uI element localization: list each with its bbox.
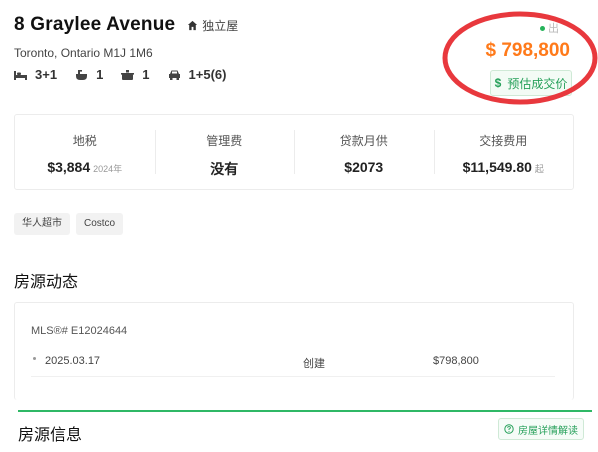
property-type-label: 独立屋 (202, 18, 239, 33)
home-icon (188, 20, 198, 30)
history-price: $798,800 (433, 355, 479, 367)
estimate-price-button[interactable]: $ 预估成交价 (490, 70, 572, 96)
cost-closing: 交接费用 $11,549.80 起 (433, 128, 574, 176)
listing-header: 8 Graylee Avenue 独立屋 (14, 14, 238, 36)
cost-label: 管理费 (206, 134, 243, 148)
cost-amount: $2073 (344, 159, 384, 175)
cost-value: 没有 (155, 159, 295, 179)
bathrooms-value: 1 (96, 67, 104, 82)
cost-value: $11,549.80 起 (434, 159, 574, 175)
cost-value: $2073 (294, 159, 434, 175)
cost-amount: $3,884 (47, 159, 91, 175)
spec-parking: 1+5(6) (168, 67, 227, 82)
history-date: 2025.03.17 (45, 355, 101, 367)
bedrooms-value: 3+1 (35, 67, 58, 82)
cost-value: $3,884 2024年 (15, 159, 155, 175)
cost-amount: 没有 (210, 161, 239, 177)
cost-label: 地税 (72, 134, 97, 148)
section-divider (18, 410, 592, 412)
spec-kitchens: 1 (121, 67, 150, 82)
listing-price: $ 798,800 (485, 40, 570, 61)
question-circle-icon (504, 424, 514, 434)
cost-amount: $11,549.80 (462, 159, 532, 175)
history-section-title: 房源动态 (14, 274, 79, 291)
costs-summary: 地税 $3,884 2024年 管理费 没有 贷款月供 $2073 交接费用 $1… (14, 114, 574, 190)
status-label: 出 (548, 23, 559, 35)
dollar-icon: $ (494, 76, 502, 90)
cost-maintenance-fee: 管理费 没有 (154, 128, 295, 179)
cost-mortgage: 贷款月供 $2073 (294, 128, 434, 176)
tag-chinese-supermarket[interactable]: 华人超市 (14, 213, 70, 235)
listing-title: 8 Graylee Avenue (14, 14, 176, 35)
kitchen-icon (121, 69, 135, 80)
status-dot (540, 25, 545, 31)
history-card: MLS®# E12024644 2025.03.17 创建 $798,800 (14, 302, 574, 400)
cost-label: 交接费用 (479, 134, 528, 148)
listing-address: Toronto, Ontario M1J 1M6 (14, 46, 153, 60)
car-icon (168, 70, 180, 80)
property-explain-label: 房屋详情解读 (518, 425, 578, 437)
spec-bathrooms: 1 (75, 67, 103, 82)
kitchens-value: 1 (142, 67, 150, 82)
info-section-title: 房源信息 (18, 427, 83, 444)
bed-icon (14, 70, 27, 80)
feature-tags: 华人超市 Costco (14, 213, 129, 235)
property-explain-button[interactable]: 房屋详情解读 (498, 418, 584, 440)
history-row: 2025.03.17 创建 $798,800 (31, 349, 555, 377)
bullet-icon (33, 357, 36, 360)
listing-specs: 3+1 1 1 1+5(6) (14, 67, 244, 82)
cost-sub: 起 (534, 164, 544, 174)
estimate-price-label: 预估成交价 (507, 76, 568, 91)
bath-icon (76, 69, 88, 80)
cost-label: 贷款月供 (339, 134, 388, 148)
mls-number: MLS®# E12024644 (31, 325, 128, 337)
property-type: 独立屋 (187, 17, 238, 34)
listing-status: 出 (540, 20, 559, 36)
cost-sub: 2024年 (93, 164, 123, 174)
cost-property-tax: 地税 $3,884 2024年 (15, 128, 155, 176)
history-event: 创建 (303, 358, 325, 370)
parking-value: 1+5(6) (188, 67, 227, 82)
tag-costco[interactable]: Costco (76, 213, 124, 235)
spec-bedrooms: 3+1 (14, 67, 57, 82)
